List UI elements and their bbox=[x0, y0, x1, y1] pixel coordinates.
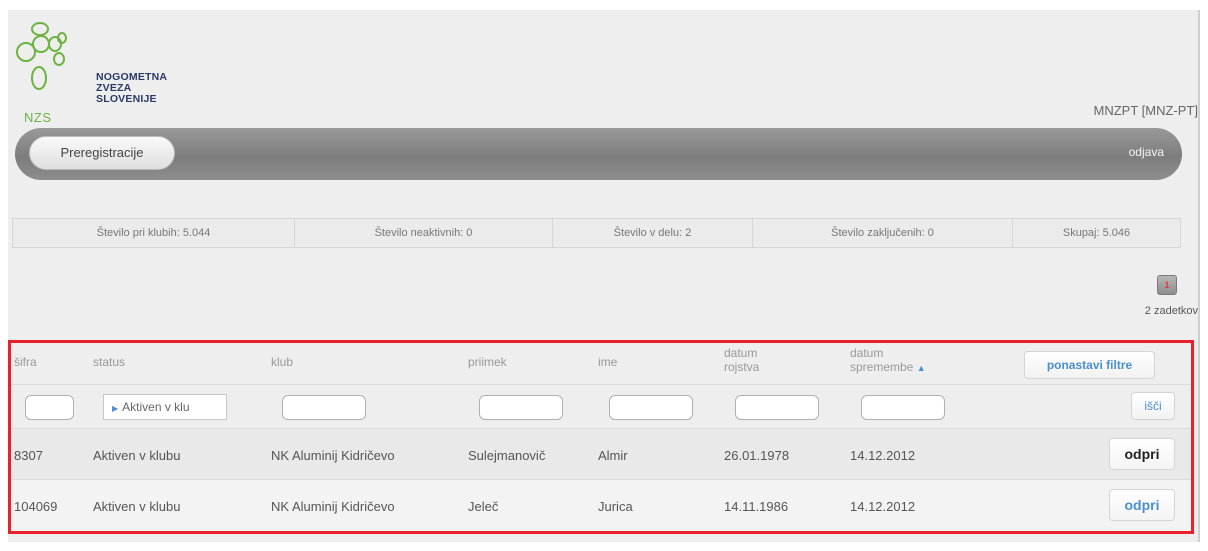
nzs-logo: NOGOMETNA ZVEZA SLOVENIJE NZS bbox=[15, 16, 215, 126]
stat-inactive: Število neaktivnih: 0 bbox=[295, 219, 553, 247]
bottom-strip bbox=[0, 542, 1208, 551]
main-navbar: Preregistracije odjava bbox=[15, 128, 1182, 180]
stat-closed: Število zaključenih: 0 bbox=[753, 219, 1013, 247]
stats-bar: Število pri klubih: 5.044 Število neakti… bbox=[12, 218, 1181, 248]
logo-word-3: SLOVENIJE bbox=[96, 93, 157, 105]
stat-total: Skupaj: 5.046 bbox=[1062, 227, 1131, 239]
preregistrations-tab[interactable]: Preregistracije bbox=[29, 136, 175, 170]
user-identifier: MNZPT [MNZ-PT] bbox=[1093, 103, 1198, 118]
app-frame: NOGOMETNA ZVEZA SLOVENIJE NZS MNZPT [MNZ… bbox=[0, 0, 1208, 551]
logout-link[interactable]: odjava bbox=[1129, 145, 1164, 159]
result-count: 2 zadetkov bbox=[1144, 305, 1198, 317]
highlight-outline bbox=[8, 340, 1194, 534]
logo-abbr: NZS bbox=[24, 110, 52, 125]
logo-rings-icon bbox=[16, 22, 67, 90]
page-1-button[interactable]: 1 bbox=[1157, 275, 1177, 295]
stat-clubs: Število pri klubih: 5.044 bbox=[13, 219, 295, 247]
stat-in-progress: Število v delu: 2 bbox=[553, 219, 753, 247]
